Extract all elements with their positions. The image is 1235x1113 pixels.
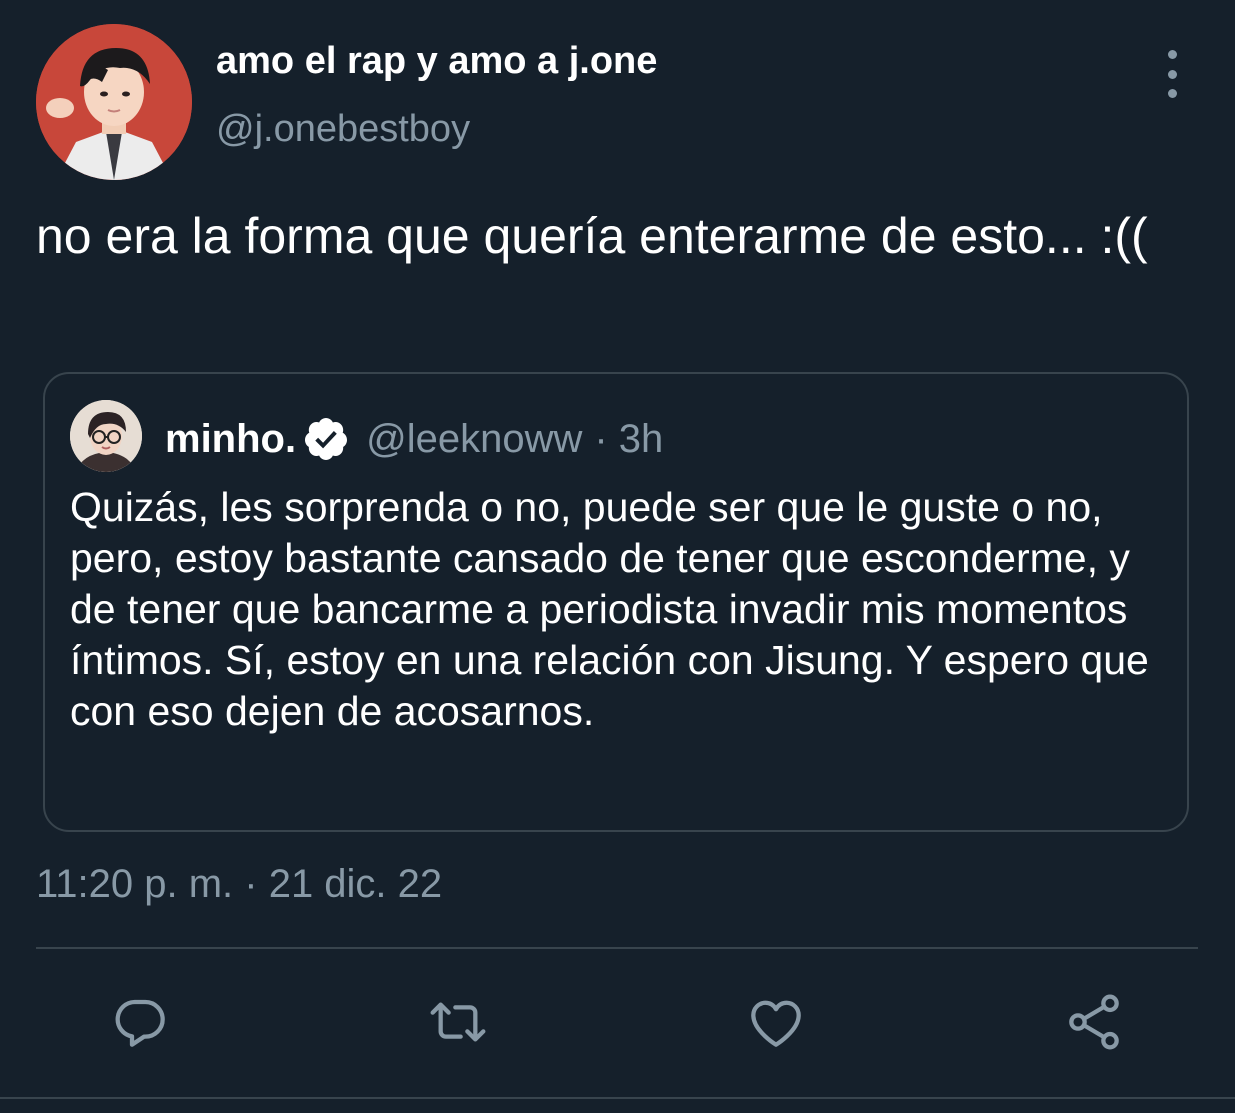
more-dot	[1167, 69, 1177, 79]
avatar[interactable]	[36, 24, 192, 180]
tweet-text: no era la forma que quería enterarme de …	[36, 208, 1148, 264]
quoted-tweet-card[interactable]: minho. @leeknoww · 3h Quizás, les sorpre…	[43, 372, 1189, 832]
verified-badge-icon	[302, 415, 350, 463]
more-dot	[1167, 50, 1177, 59]
quoted-tweet-text: Quizás, les sorprenda o no, puede ser qu…	[70, 484, 1149, 734]
author-handle[interactable]: @j.onebestboy	[216, 108, 470, 151]
quoted-time-ago: · 3h	[594, 416, 664, 461]
more-dot	[1167, 89, 1177, 98]
share-icon	[1069, 994, 1119, 1050]
divider	[36, 947, 1198, 949]
share-button[interactable]	[1062, 990, 1126, 1054]
quoted-display-name[interactable]: minho.	[165, 417, 296, 462]
more-vertical-icon[interactable]	[1150, 50, 1194, 98]
tweet-detail: amo el rap y amo a j.one @j.onebestboy n…	[0, 0, 1235, 1113]
tweet-timestamp[interactable]: 11:20 p. m. · 21 dic. 22	[36, 862, 442, 907]
reply-icon	[115, 999, 165, 1047]
reply-button[interactable]	[108, 990, 172, 1054]
like-button[interactable]	[744, 990, 808, 1054]
quoted-avatar[interactable]	[70, 400, 142, 472]
quoted-handle[interactable]: @leeknoww	[366, 417, 582, 462]
author-display-name[interactable]: amo el rap y amo a j.one	[216, 40, 657, 83]
heart-icon	[751, 1000, 801, 1047]
bottom-divider	[0, 1097, 1235, 1099]
retweet-icon	[430, 1002, 486, 1042]
quoted-header: minho. @leeknoww · 3h	[165, 414, 663, 464]
retweet-button[interactable]	[426, 990, 490, 1054]
